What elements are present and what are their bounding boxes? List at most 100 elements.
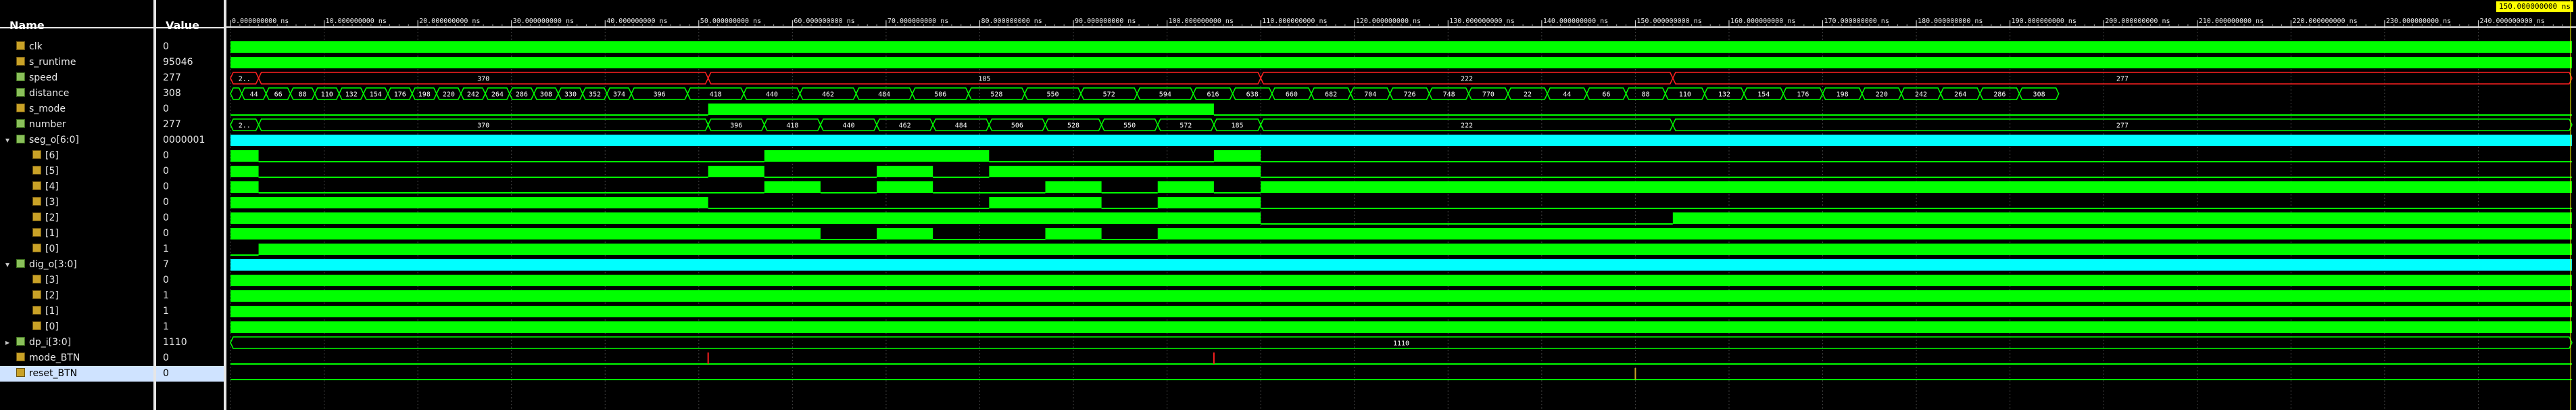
signal-row[interactable]: distance <box>0 86 156 101</box>
signal-row[interactable]: mode_BTN <box>0 350 156 366</box>
signal-value: 0 <box>163 275 169 286</box>
value-row[interactable]: 1 <box>156 288 224 304</box>
bus-value-label: 638 <box>1246 91 1259 99</box>
value-row[interactable]: 0 <box>156 226 224 242</box>
signal-row[interactable]: reset_BTN <box>0 366 156 382</box>
bit-signal-icon <box>32 212 41 221</box>
signal-row[interactable]: clk <box>0 39 156 55</box>
ruler-tick-label: 220.000000000 ns <box>2292 18 2357 25</box>
bit-high-segment <box>230 150 259 162</box>
bus-value-label: 770 <box>1482 91 1494 99</box>
bit-high-segment <box>230 212 1261 224</box>
value-row[interactable]: 1 <box>156 319 224 335</box>
bus-value-label: 286 <box>516 91 528 99</box>
signal-name: speed <box>29 72 58 83</box>
signal-name: number <box>29 119 66 130</box>
chevron-right-icon[interactable]: ▸ <box>5 335 9 350</box>
bus-value-label: 506 <box>934 91 946 99</box>
bus-value-label: 110 <box>321 91 333 99</box>
waveform-canvas[interactable]: 0.000000000 ns 10.000000000 ns 20.00000000… <box>226 0 2576 410</box>
signal-row[interactable]: ▾ seg_o[6:0] <box>0 133 156 148</box>
bus-value-label: 110 <box>1679 91 1691 99</box>
value-row[interactable]: 277 <box>156 117 224 133</box>
signal-row[interactable]: [1] <box>0 304 156 319</box>
value-row[interactable]: 0 <box>156 366 224 382</box>
value-row[interactable]: 7 <box>156 257 224 273</box>
chevron-down-icon[interactable]: ▾ <box>5 133 9 148</box>
bus-value-label: 154 <box>370 91 382 99</box>
value-row[interactable]: 0 <box>156 195 224 210</box>
signal-name: reset_BTN <box>29 368 78 379</box>
waveform-area[interactable]: 0.000000000 ns 10.000000000 ns 20.00000000… <box>226 0 2576 410</box>
bus-value-label: 418 <box>786 122 798 130</box>
bus-value-label: 88 <box>299 91 307 99</box>
signal-row[interactable]: [0] <box>0 242 156 257</box>
ruler-tick-label: 120.000000000 ns <box>1356 18 1421 25</box>
bus-value-label: 308 <box>2033 91 2045 99</box>
signal-value: 1 <box>163 306 169 317</box>
signal-row[interactable]: speed <box>0 70 156 86</box>
bus-value-label: 176 <box>394 91 406 99</box>
chevron-down-icon[interactable]: ▾ <box>5 257 9 273</box>
signal-value: 277 <box>163 72 181 83</box>
value-row[interactable]: 95046 <box>156 55 224 70</box>
value-row[interactable]: 277 <box>156 70 224 86</box>
bus-value-label: 484 <box>955 122 967 130</box>
signal-row[interactable]: number <box>0 117 156 133</box>
signal-row[interactable]: [1] <box>0 226 156 242</box>
signal-value: 0000001 <box>163 135 205 145</box>
signal-row[interactable]: [5] <box>0 164 156 179</box>
signal-row[interactable]: [3] <box>0 273 156 288</box>
signal-value: 1 <box>163 290 169 301</box>
value-header-label: Value <box>166 19 200 32</box>
signal-name: [4] <box>45 181 59 192</box>
bit-high-segment <box>1157 197 1261 208</box>
bus-value-label: 220 <box>1876 91 1888 99</box>
signal-row[interactable]: ▸ dp_i[3:0] <box>0 335 156 350</box>
bus-signal-icon <box>16 135 25 143</box>
bit-signal-icon <box>32 306 41 315</box>
signal-row[interactable]: [2] <box>0 210 156 226</box>
bus-value-label: 550 <box>1047 91 1059 99</box>
bit-signal-icon <box>32 321 41 330</box>
bit-high-segment <box>230 275 2572 286</box>
value-row[interactable]: 1 <box>156 304 224 319</box>
bit-high-segment <box>230 306 2572 317</box>
value-row[interactable]: 0 <box>156 179 224 195</box>
value-row[interactable]: 0 <box>156 148 224 164</box>
signal-value: 308 <box>163 88 181 99</box>
signal-row[interactable]: [4] <box>0 179 156 195</box>
value-row[interactable]: 0 <box>156 350 224 366</box>
signal-value: 0 <box>163 104 169 114</box>
value-row[interactable]: 0 <box>156 39 224 55</box>
bus-value-label: 242 <box>1915 91 1927 99</box>
value-row[interactable]: 0 <box>156 273 224 288</box>
value-row[interactable]: 308 <box>156 86 224 101</box>
bus-value-label: 2.. <box>239 76 251 83</box>
signal-row[interactable]: s_runtime <box>0 55 156 70</box>
value-row[interactable]: 1 <box>156 242 224 257</box>
ruler-tick-label: 30.000000000 ns <box>513 18 574 25</box>
value-row[interactable]: 0 <box>156 164 224 179</box>
value-row[interactable]: 1110 <box>156 335 224 350</box>
signal-value: 1 <box>163 321 169 332</box>
value-row[interactable]: 0 <box>156 101 224 117</box>
signal-name: [3] <box>45 275 59 286</box>
ruler-tick-label: 20.000000000 ns <box>419 18 480 25</box>
signal-row[interactable]: [2] <box>0 288 156 304</box>
signal-row[interactable]: [3] <box>0 195 156 210</box>
bus-value-label: 374 <box>613 91 625 99</box>
signal-name: [1] <box>45 306 59 317</box>
signal-row[interactable]: ▾ dig_o[3:0] <box>0 257 156 273</box>
bus-value-label: 66 <box>274 91 283 99</box>
bus-value-label: 748 <box>1443 91 1455 99</box>
signal-name: s_mode <box>29 104 66 114</box>
value-row[interactable]: 0000001 <box>156 133 224 148</box>
value-row[interactable]: 0 <box>156 210 224 226</box>
signal-row[interactable]: [6] <box>0 148 156 164</box>
name-header: Name <box>0 0 156 32</box>
bit-high-segment <box>230 166 259 177</box>
signal-name: [6] <box>45 150 59 161</box>
signal-row[interactable]: s_mode <box>0 101 156 117</box>
signal-row[interactable]: [0] <box>0 319 156 335</box>
